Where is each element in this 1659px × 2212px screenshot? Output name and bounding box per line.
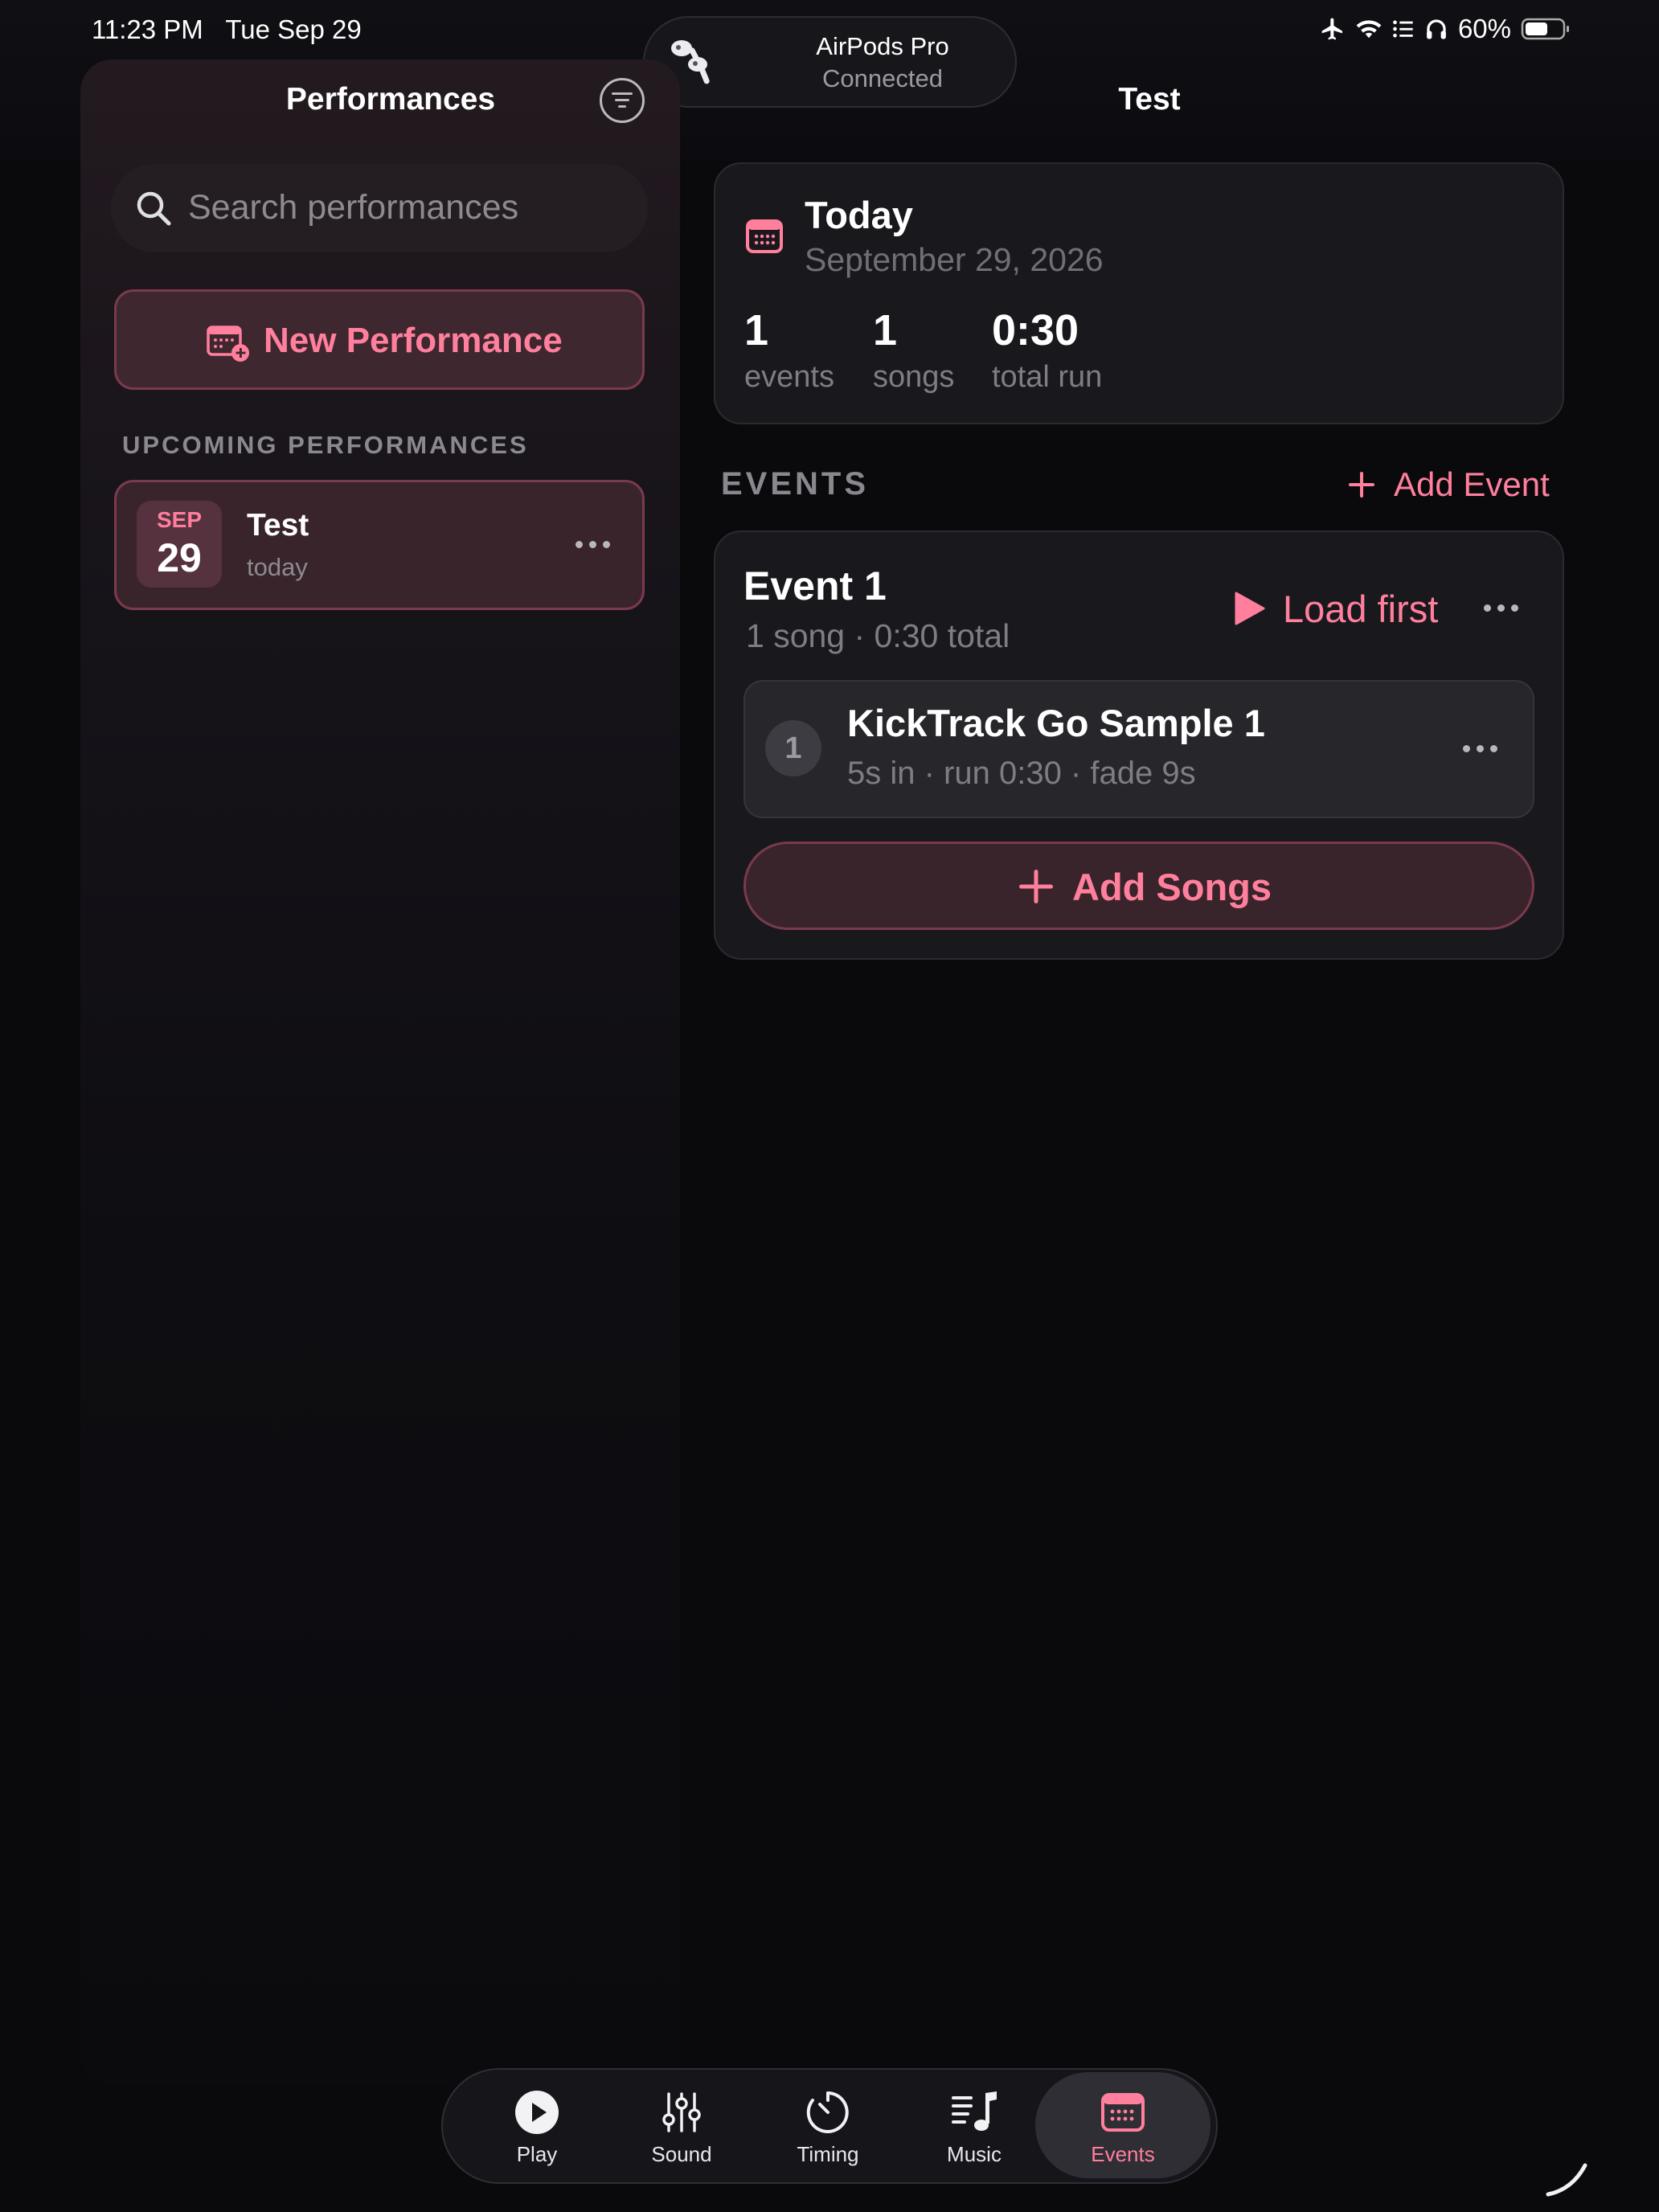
filter-icon	[612, 92, 633, 108]
event-subtitle: 1 song · 0:30 total	[746, 617, 1010, 654]
tab-sound[interactable]: Sound	[609, 2072, 754, 2178]
timer-icon	[806, 2091, 849, 2133]
sidebar-title: Performances	[285, 82, 496, 117]
airplane-icon	[1321, 18, 1342, 40]
play-icon	[1235, 592, 1265, 625]
stat-songs-value: 1	[873, 306, 898, 354]
search-performances-field[interactable]: Search performances	[111, 164, 648, 252]
battery-icon	[1521, 18, 1569, 40]
tab-play[interactable]: Play	[465, 2072, 609, 2178]
performance-day: 29	[157, 535, 202, 580]
tab-sound-label: Sound	[651, 2142, 712, 2166]
stat-total-run-value: 0:30	[992, 306, 1079, 354]
tab-timing[interactable]: Timing	[756, 2072, 900, 2178]
headphones-icon	[1427, 19, 1446, 39]
calendar-add-icon	[207, 326, 249, 362]
calendar-icon	[1101, 2093, 1145, 2132]
page-title: Test	[1118, 82, 1181, 117]
summary-date: September 29, 2026	[805, 241, 1104, 278]
search-placeholder: Search performances	[188, 188, 519, 227]
song-more-button[interactable]	[1463, 745, 1497, 752]
stat-songs-label: songs	[873, 360, 955, 394]
calendar-icon	[746, 219, 783, 253]
events-section-label: EVENTS	[721, 466, 870, 502]
add-event-button[interactable]: Add Event	[1347, 465, 1550, 505]
add-songs-label: Add Songs	[1072, 866, 1272, 908]
summary-heading: Today	[805, 194, 913, 236]
status-bar-indicators: 60%	[1320, 13, 1571, 45]
event-title: Event 1	[743, 563, 887, 608]
tab-play-label: Play	[516, 2142, 558, 2166]
performance-month: SEP	[156, 507, 203, 532]
tab-events[interactable]: Events	[1035, 2072, 1210, 2178]
song-title: KickTrack Go Sample 1	[847, 702, 1265, 744]
tab-music[interactable]: Music	[902, 2072, 1047, 2178]
play-icon	[515, 2091, 559, 2134]
event-more-button[interactable]	[1484, 604, 1518, 612]
search-icon	[137, 191, 171, 226]
plus-icon	[1019, 870, 1053, 903]
add-event-label: Add Event	[1394, 465, 1550, 503]
load-first-button[interactable]: Load first	[1233, 587, 1439, 630]
performance-subtitle: today	[247, 553, 308, 581]
battery-percent: 60%	[1457, 14, 1511, 43]
upcoming-section-label: UPCOMING PERFORMANCES	[122, 431, 529, 459]
airpods-connected-banner[interactable]: AirPods Pro Connected	[643, 16, 1017, 108]
stat-events-label: events	[744, 360, 834, 394]
performance-name: Test	[247, 508, 309, 543]
airpods-title: AirPods Pro	[816, 32, 949, 60]
tab-events-label: Events	[1091, 2142, 1155, 2166]
song-number: 1	[765, 720, 821, 776]
wifi-icon	[1356, 20, 1382, 39]
plus-icon	[1349, 472, 1374, 498]
filter-button[interactable]	[600, 78, 645, 123]
new-performance-label: New Performance	[264, 321, 563, 360]
tab-timing-label: Timing	[797, 2142, 859, 2166]
stat-total-run-label: total run	[992, 360, 1103, 394]
window-resize-handle[interactable]	[1543, 2159, 1591, 2199]
add-songs-button[interactable]: Add Songs	[743, 842, 1534, 930]
tab-music-label: Music	[947, 2142, 1002, 2166]
performance-date-badge: SEP 29	[137, 501, 222, 588]
airpods-status: Connected	[822, 64, 943, 92]
status-bar-time: 11:23 PM Tue Sep 29	[92, 14, 362, 44]
sliders-icon	[662, 2092, 701, 2132]
load-first-label: Load first	[1283, 587, 1439, 630]
stat-events-value: 1	[744, 306, 769, 354]
new-performance-button[interactable]: New Performance	[114, 289, 645, 390]
music-list-icon	[952, 2091, 997, 2131]
performance-more-button[interactable]	[576, 541, 610, 548]
song-details: 5s in · run 0:30 · fade 9s	[847, 756, 1196, 791]
list-icon	[1393, 20, 1413, 38]
